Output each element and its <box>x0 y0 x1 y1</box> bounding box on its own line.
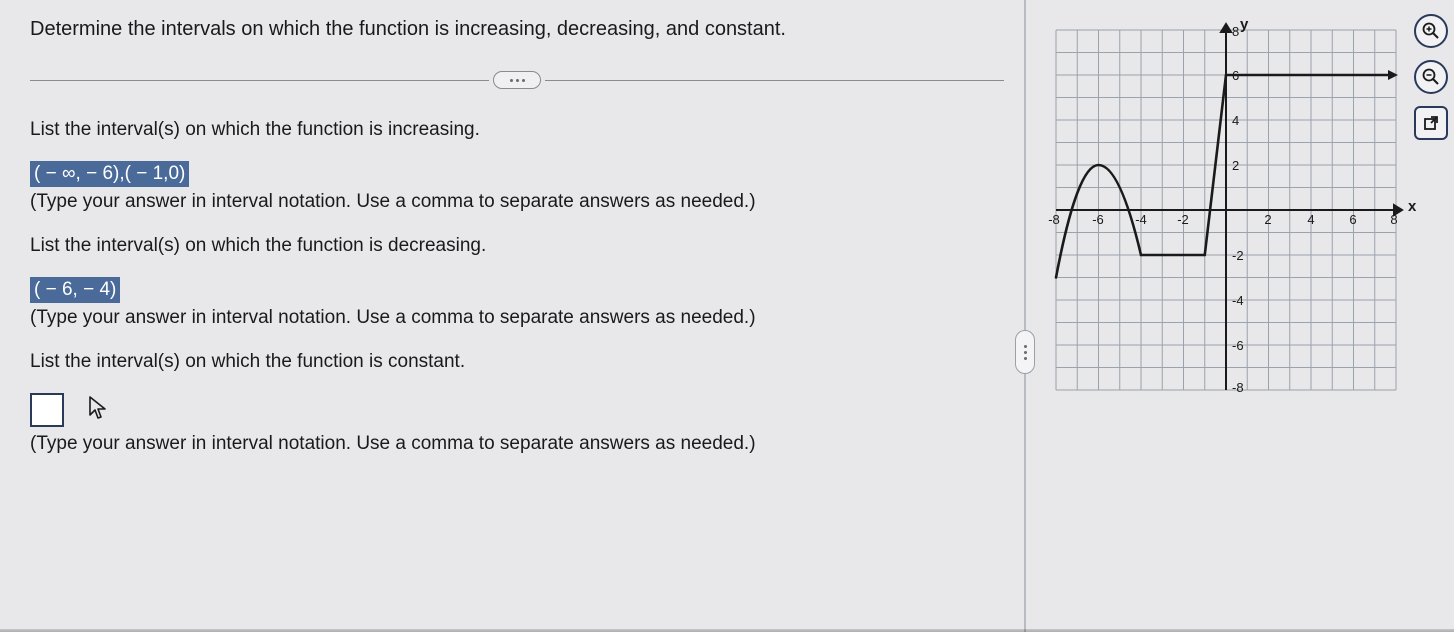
instruction-increasing: (Type your answer in interval notation. … <box>30 191 1004 213</box>
vertical-expand-handle[interactable] <box>1015 330 1035 374</box>
y-axis-label: y <box>1240 16 1248 33</box>
answer-constant-input[interactable] <box>30 393 64 427</box>
cursor-icon <box>88 395 110 426</box>
svg-text:-8: -8 <box>1232 380 1244 395</box>
svg-text:4: 4 <box>1307 212 1314 227</box>
prompt-decreasing: List the interval(s) on which the functi… <box>30 235 1004 257</box>
x-axis-label: x <box>1408 198 1416 215</box>
prompt-constant: List the interval(s) on which the functi… <box>30 351 1004 373</box>
question-panel: Determine the intervals on which the fun… <box>0 0 1024 632</box>
svg-text:6: 6 <box>1349 212 1356 227</box>
popout-button[interactable] <box>1414 106 1448 140</box>
svg-text:8: 8 <box>1390 212 1397 227</box>
svg-text:-2: -2 <box>1177 212 1189 227</box>
graph-tools <box>1414 14 1448 140</box>
main-container: Determine the intervals on which the fun… <box>0 0 1454 632</box>
zoom-in-button[interactable] <box>1414 14 1448 48</box>
graph-panel: -8 -6 -4 -2 2 4 6 8 8 6 4 2 -2 -4 -6 -8 <box>1024 0 1454 632</box>
answer-increasing[interactable]: ( − ∞, − 6),( − 1,0) <box>30 161 189 187</box>
expand-pill[interactable] <box>493 71 541 89</box>
svg-text:-8: -8 <box>1048 212 1060 227</box>
graph-area: -8 -6 -4 -2 2 4 6 8 8 6 4 2 -2 -4 -6 -8 <box>1046 20 1406 400</box>
svg-text:2: 2 <box>1264 212 1271 227</box>
instruction-constant: (Type your answer in interval notation. … <box>30 433 1004 455</box>
svg-text:4: 4 <box>1232 113 1239 128</box>
prompt-increasing: List the interval(s) on which the functi… <box>30 119 1004 141</box>
svg-text:8: 8 <box>1232 24 1239 39</box>
answer-constant-row <box>30 393 1004 433</box>
svg-text:-4: -4 <box>1232 293 1244 308</box>
svg-text:2: 2 <box>1232 158 1239 173</box>
question-text: Determine the intervals on which the fun… <box>30 18 1004 41</box>
instruction-decreasing: (Type your answer in interval notation. … <box>30 307 1004 329</box>
answer-decreasing[interactable]: ( − 6, − 4) <box>30 277 120 303</box>
svg-text:-6: -6 <box>1232 338 1244 353</box>
svg-text:-6: -6 <box>1092 212 1104 227</box>
horizontal-divider <box>30 71 1004 89</box>
function-graph: -8 -6 -4 -2 2 4 6 8 8 6 4 2 -2 -4 -6 -8 <box>1046 20 1406 400</box>
svg-text:-2: -2 <box>1232 248 1244 263</box>
svg-text:-4: -4 <box>1135 212 1147 227</box>
zoom-out-button[interactable] <box>1414 60 1448 94</box>
